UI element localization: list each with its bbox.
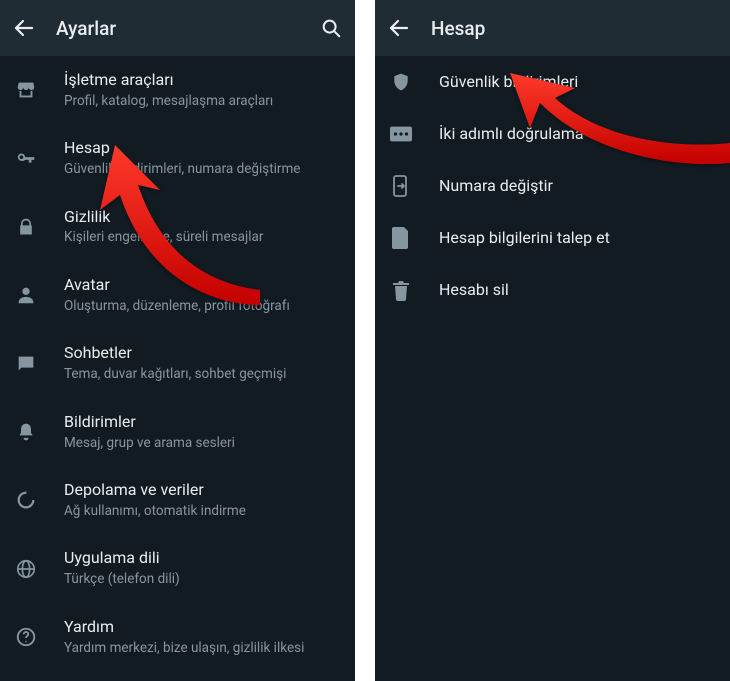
globe-icon (14, 557, 38, 581)
settings-item-notifications[interactable]: Bildirimler Mesaj, grup ve arama sesleri (0, 398, 355, 466)
data-usage-icon (14, 488, 38, 512)
account-item-delete-account[interactable]: Hesabı sil (375, 264, 730, 316)
item-label: Hesap bilgilerini talep et (439, 228, 716, 249)
search-icon (320, 17, 342, 39)
account-item-two-step[interactable]: İki adımlı doğrulama (375, 108, 730, 160)
settings-item-avatar[interactable]: Avatar Oluşturma, düzenleme, profil foto… (0, 261, 355, 329)
settings-item-privacy[interactable]: Gizlilik Kişileri engelleme, süreli mesa… (0, 193, 355, 261)
shield-icon (389, 70, 413, 94)
item-label: İşletme araçları (64, 70, 341, 91)
settings-item-business-tools[interactable]: İşletme araçları Profil, katalog, mesajl… (0, 56, 355, 124)
item-label: Sohbetler (64, 343, 341, 364)
appbar: Ayarlar (0, 0, 355, 56)
item-label: Yardım (64, 617, 341, 638)
item-label: İki adımlı doğrulama (439, 124, 716, 145)
item-sub: Kişileri engelleme, süreli mesajlar (64, 229, 341, 247)
item-label: Güvenlik bildirimleri (439, 72, 716, 93)
item-sub: Tema, duvar kağıtları, sohbet geçmişi (64, 366, 341, 384)
account-screen: Hesap Güvenlik bildirimleri İki adımlı d… (375, 0, 730, 681)
item-sub: Yardım merkezi, bize ulaşın, gizlilik il… (64, 640, 341, 658)
item-sub: Türkçe (telefon dili) (64, 571, 341, 589)
help-icon (14, 625, 38, 649)
bell-icon (14, 420, 38, 444)
arrow-left-icon (12, 16, 36, 40)
appbar-title: Hesap (431, 17, 718, 40)
trash-icon (389, 278, 413, 302)
item-sub: Ağ kullanımı, otomatik indirme (64, 503, 341, 521)
pin-icon (389, 122, 413, 146)
appbar: Hesap (375, 0, 730, 56)
account-item-request-info[interactable]: Hesap bilgilerini talep et (375, 212, 730, 264)
settings-list: İşletme araçları Profil, katalog, mesajl… (0, 56, 355, 681)
account-item-security-notifications[interactable]: Güvenlik bildirimleri (375, 56, 730, 108)
settings-item-app-language[interactable]: Uygulama dili Türkçe (telefon dili) (0, 534, 355, 602)
chat-icon (14, 352, 38, 376)
item-label: Depolama ve veriler (64, 480, 341, 501)
settings-item-chats[interactable]: Sohbetler Tema, duvar kağıtları, sohbet … (0, 329, 355, 397)
account-list: Güvenlik bildirimleri İki adımlı doğrula… (375, 56, 730, 681)
account-item-change-number[interactable]: Numara değiştir (375, 160, 730, 212)
settings-item-storage[interactable]: Depolama ve veriler Ağ kullanımı, otomat… (0, 466, 355, 534)
back-button[interactable] (12, 16, 36, 40)
item-label: Hesap (64, 138, 341, 159)
item-sub: Oluşturma, düzenleme, profil fotoğrafı (64, 298, 341, 316)
item-sub: Güvenlik bildirimleri, numara değiştirme (64, 161, 341, 179)
item-label: Uygulama dili (64, 548, 341, 569)
item-label: Hesabı sil (439, 280, 716, 301)
settings-screen: Ayarlar İşletme araçları Profil, katalog… (0, 0, 355, 681)
document-icon (389, 226, 413, 250)
key-icon (14, 147, 38, 171)
settings-item-account[interactable]: Hesap Güvenlik bildirimleri, numara deği… (0, 124, 355, 192)
item-sub: Mesaj, grup ve arama sesleri (64, 435, 341, 453)
item-label: Avatar (64, 275, 341, 296)
item-label: Gizlilik (64, 207, 341, 228)
avatar-icon (14, 283, 38, 307)
item-sub: Profil, katalog, mesajlaşma araçları (64, 93, 341, 111)
lock-icon (14, 215, 38, 239)
settings-item-help[interactable]: Yardım Yardım merkezi, bize ulaşın, gizl… (0, 603, 355, 671)
appbar-title: Ayarlar (56, 17, 299, 40)
store-icon (14, 78, 38, 102)
settings-item-invite[interactable]: Kişi davet et (0, 671, 355, 681)
search-button[interactable] (319, 16, 343, 40)
item-label: Numara değiştir (439, 176, 716, 197)
back-button[interactable] (387, 16, 411, 40)
item-label: Bildirimler (64, 412, 341, 433)
phone-swap-icon (389, 174, 413, 198)
arrow-left-icon (387, 16, 411, 40)
